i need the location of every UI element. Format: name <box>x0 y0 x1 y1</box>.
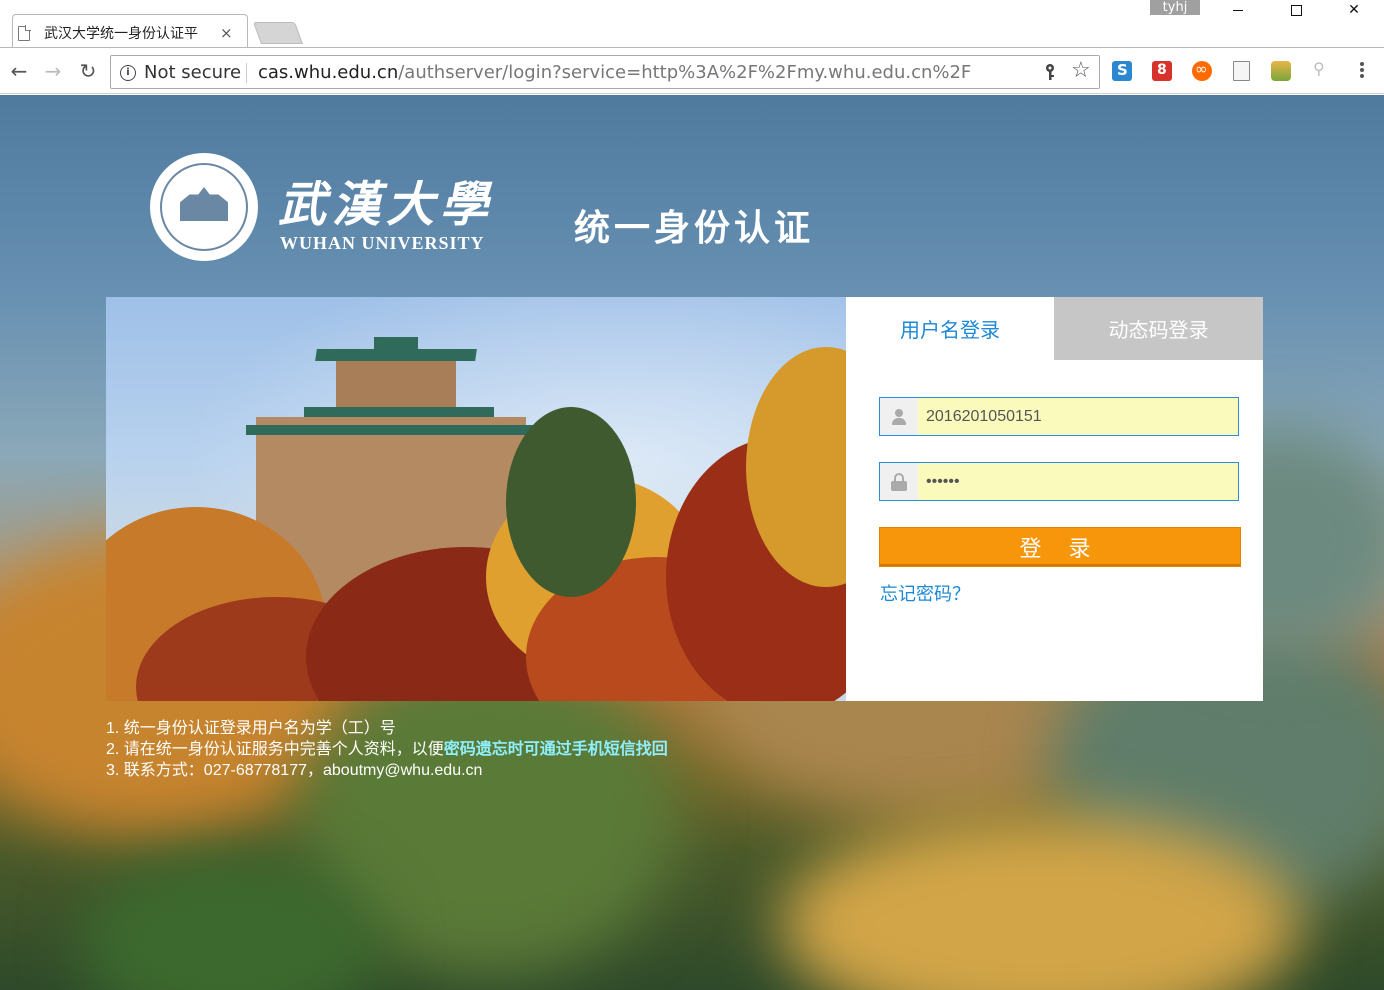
page-icon <box>18 25 31 41</box>
maximize-icon <box>1290 4 1302 16</box>
red-extension-icon[interactable] <box>1152 61 1172 81</box>
portal-title: 统一身份认证 <box>574 208 815 249</box>
url-text[interactable]: cas.whu.edu.cn/authserver/login?service=… <box>258 62 971 83</box>
minimize-icon <box>1233 9 1243 11</box>
maximize-button[interactable] <box>1273 0 1319 20</box>
tree-extension-icon[interactable]: ⚲ <box>1313 59 1333 79</box>
note-line-3: 3. 联系方式：027-68778177，aboutmy@whu.edu.cn <box>106 762 483 779</box>
username-field[interactable] <box>879 397 1239 436</box>
profile-button[interactable]: tyhj <box>1150 0 1200 15</box>
university-seal-logo <box>150 153 258 261</box>
omnibox-divider <box>246 63 247 83</box>
browser-tab-strip: 武汉大学统一身份认证平 × tyhj ✕ <box>0 0 1384 48</box>
note-line-2-highlight: 密码遗忘时可通过手机短信找回 <box>443 741 668 758</box>
note-line-1: 1. 统一身份认证登录用户名为学（工）号 <box>106 720 396 737</box>
login-page: 武漢大學 WUHAN UNIVERSITY 统一身份认证 用户名登录 动态码登录 <box>0 95 1384 990</box>
back-arrow-icon[interactable]: ← <box>6 58 32 84</box>
campus-photo <box>106 297 846 701</box>
security-label[interactable]: Not secure <box>144 62 241 83</box>
url-path: /authserver/login?service=http%3A%2F%2Fm… <box>398 62 972 83</box>
cart-extension-icon[interactable] <box>1271 61 1291 81</box>
document-extension-icon[interactable] <box>1233 61 1250 81</box>
infinity-extension-icon[interactable] <box>1192 60 1212 81</box>
login-tabs: 用户名登录 动态码登录 <box>846 297 1263 360</box>
password-input[interactable] <box>926 472 1226 491</box>
forward-arrow-icon[interactable]: → <box>40 58 66 84</box>
address-bar[interactable]: i Not secure cas.whu.edu.cn/authserver/l… <box>110 55 1100 89</box>
key-icon[interactable] <box>1043 63 1057 81</box>
lock-icon <box>880 463 918 500</box>
close-window-button[interactable]: ✕ <box>1331 0 1377 20</box>
new-tab-button[interactable] <box>252 22 304 44</box>
forgot-password-link[interactable]: 忘记密码？ <box>880 580 970 606</box>
browser-tab[interactable]: 武汉大学统一身份认证平 × <box>18 18 250 48</box>
browser-toolbar: ← → ↻ i Not secure cas.whu.edu.cn/authse… <box>0 48 1384 94</box>
star-icon[interactable]: ☆ <box>1071 58 1091 83</box>
login-panel: 用户名登录 动态码登录 登 录 忘记密码？ <box>846 297 1263 701</box>
tab-close-icon[interactable]: × <box>220 24 233 42</box>
minimize-button[interactable] <box>1215 0 1261 20</box>
university-name-cn: 武漢大學 <box>278 177 495 233</box>
tab-dynamic-code-login[interactable]: 动态码登录 <box>1054 297 1263 360</box>
login-notes: 1. 统一身份认证登录用户名为学（工）号 2. 请在统一身份认证服务中完善个人资… <box>106 718 668 781</box>
username-input[interactable] <box>926 407 1226 426</box>
password-field[interactable] <box>879 462 1239 501</box>
sogou-extension-icon[interactable] <box>1112 61 1132 81</box>
university-name-en: WUHAN UNIVERSITY <box>280 233 485 253</box>
tab-title: 武汉大学统一身份认证平 <box>44 26 198 42</box>
url-host: cas.whu.edu.cn <box>258 62 399 83</box>
note-line-2-prefix: 2. 请在统一身份认证服务中完善个人资料，以便 <box>106 741 444 758</box>
user-icon <box>880 398 918 435</box>
login-button[interactable]: 登 录 <box>879 527 1241 567</box>
info-icon[interactable]: i <box>120 65 136 81</box>
note-line-2: 2. 请在统一身份认证服务中完善个人资料，以便密码遗忘时可通过手机短信找回 <box>106 739 668 760</box>
reload-icon[interactable]: ↻ <box>75 58 101 84</box>
menu-dots-icon[interactable] <box>1355 59 1369 81</box>
tab-username-login[interactable]: 用户名登录 <box>846 297 1054 360</box>
